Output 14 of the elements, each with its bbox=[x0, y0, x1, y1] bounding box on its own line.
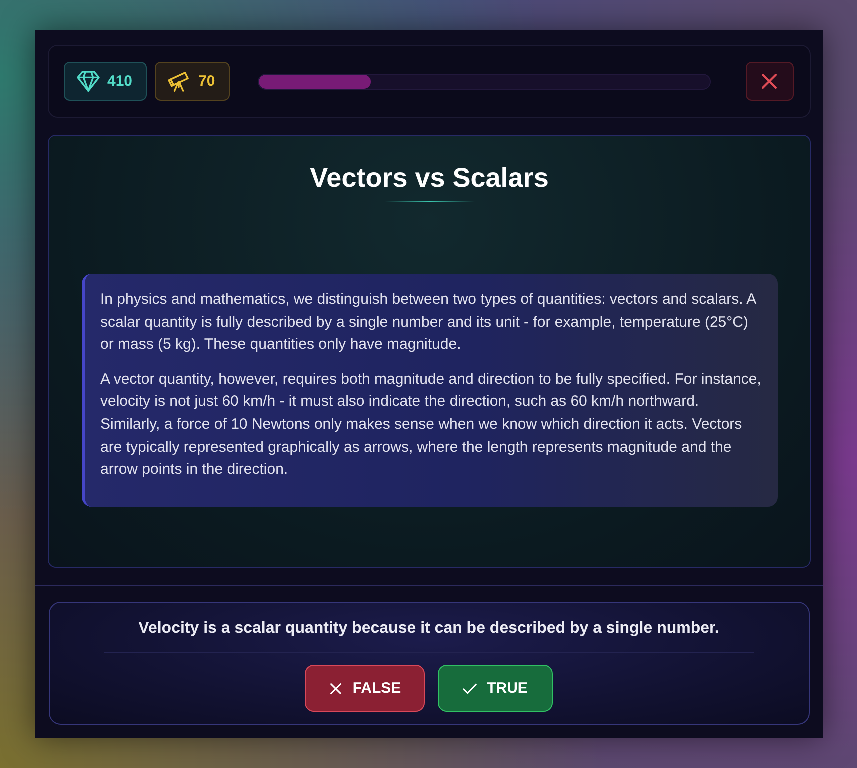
stat-value: 410 bbox=[108, 73, 133, 90]
false-button[interactable]: FALSE bbox=[305, 665, 425, 712]
close-icon bbox=[762, 74, 777, 89]
cross-icon bbox=[328, 682, 343, 694]
true-button[interactable]: TRUE bbox=[438, 665, 553, 712]
lesson-paragraph: In physics and mathematics, we distinguish between two types of quantities: vectors and scalars. A scalar quantity is fully described by a single number and its unit - for example, temperature (25°C) or mass (5 kg). These quantities only have magnitude. bbox=[100, 290, 758, 356]
telescope-icon bbox=[168, 71, 190, 92]
diamond-icon bbox=[76, 71, 100, 92]
close-button[interactable] bbox=[746, 62, 794, 101]
stat-value: 70 bbox=[198, 73, 216, 90]
lesson-paragraph: A vector quantity, however, requires both magnitude and direction to be fully specified. For instance, velocity is not just 60 km/h - it must also indicate the direction, such as 60 km/h northward. Similarly, a force of 10 Newtons only makes sense when we know which direction it acts. Vectors are typically represented graphically as arrows, where the length represents magnitude and the arrow points in the direction. bbox=[100, 370, 762, 480]
question-statement: Velocity is a scalar quantity because it can be described by a single number. bbox=[138, 619, 720, 639]
check-icon bbox=[463, 682, 478, 694]
lesson-title: Vectors vs Scalars bbox=[310, 162, 549, 195]
